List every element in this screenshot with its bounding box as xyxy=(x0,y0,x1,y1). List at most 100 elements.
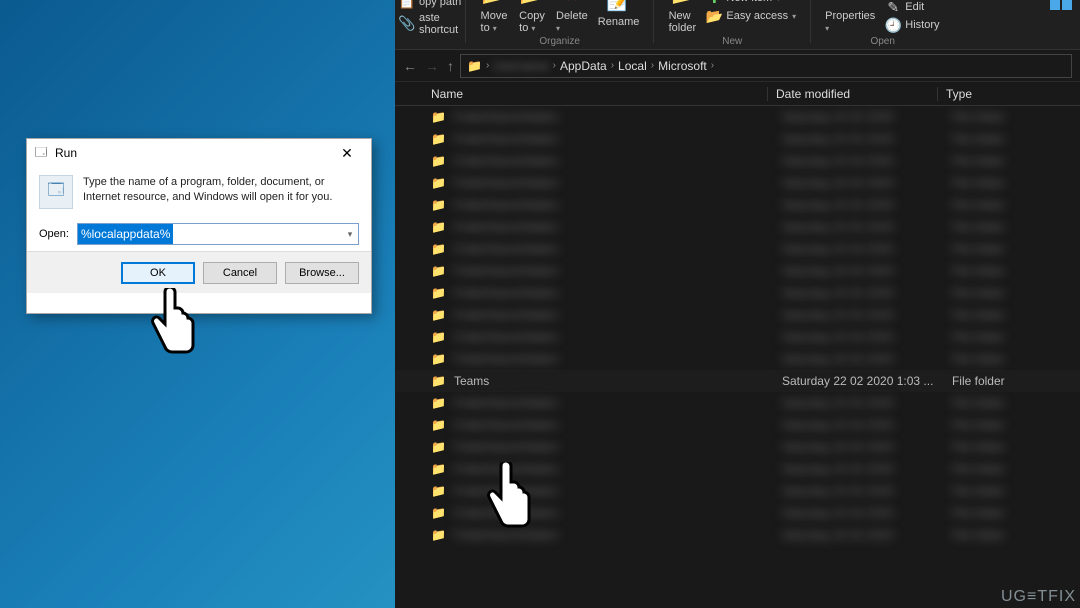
folder-row[interactable]: 📁FolderNameHiddenSaturday 22 02 2020File… xyxy=(395,304,1080,326)
folder-row-teams[interactable]: 📁TeamsSaturday 22 02 2020 1:03 ...File f… xyxy=(395,370,1080,392)
folder-row[interactable]: 📁FolderNameHiddenSaturday 22 02 2020File… xyxy=(395,172,1080,194)
close-button[interactable]: ✕ xyxy=(329,141,365,165)
address-bar: ← → ↑ 📁 › Username › AppData › Local › M… xyxy=(395,50,1080,82)
copy-to-icon: 📂 xyxy=(518,0,546,8)
folder-icon: 📁 xyxy=(431,528,446,542)
ribbon: 📋opy path 📎aste shortcut 📂Moveto ▾ 📂Copy… xyxy=(395,0,1080,50)
folder-icon: 📁 xyxy=(431,286,446,300)
shortcut-icon: 📎 xyxy=(399,16,415,32)
delete-button[interactable]: ✖Delete▾ xyxy=(556,0,588,34)
run-footer: OK Cancel Browse... xyxy=(27,251,371,293)
run-app-icon: 🗔 xyxy=(39,175,73,209)
folder-icon: 📁 xyxy=(431,506,446,520)
folder-row[interactable]: 📁FolderNameHiddenSaturday 22 02 2020File… xyxy=(395,326,1080,348)
rename-icon: 📝 xyxy=(605,0,633,14)
breadcrumb-user[interactable]: Username xyxy=(493,59,548,73)
delete-icon: ✖ xyxy=(558,0,586,8)
watermark: UG≡TFIX xyxy=(1001,588,1076,606)
start-tiles-icon[interactable] xyxy=(1048,0,1074,12)
column-name[interactable]: Name xyxy=(395,87,767,101)
browse-button[interactable]: Browse... xyxy=(285,262,359,284)
folder-row[interactable]: 📁FolderNameHiddenSaturday 22 02 2020File… xyxy=(395,150,1080,172)
ribbon-group-open: ✔Properties▾ ▣Open ▾ ✎Edit 🕘History Open xyxy=(811,0,954,49)
ribbon-clipboard-partial: 📋opy path 📎aste shortcut xyxy=(395,0,465,49)
folder-icon: 📁 xyxy=(431,220,446,234)
move-to-icon: 📂 xyxy=(480,0,508,8)
folder-row[interactable]: 📁FolderNameHiddenSaturday 22 02 2020File… xyxy=(395,480,1080,502)
folder-icon: 📁 xyxy=(431,330,446,344)
rename-button[interactable]: 📝Rename xyxy=(598,0,640,28)
folder-icon: 📁 xyxy=(431,242,446,256)
paste-shortcut-button[interactable]: 📎aste shortcut xyxy=(399,12,465,36)
folder-row[interactable]: 📁FolderNameHiddenSaturday 22 02 2020File… xyxy=(395,238,1080,260)
copy-to-button[interactable]: 📂Copyto ▾ xyxy=(518,0,546,34)
ribbon-group-new: 📁Newfolder ✚New item ▾ 📂Easy access ▾ Ne… xyxy=(654,0,810,49)
folder-row[interactable]: 📁FolderNameHiddenSaturday 22 02 2020File… xyxy=(395,502,1080,524)
folder-row[interactable]: 📁FolderNameHiddenSaturday 22 02 2020File… xyxy=(395,260,1080,282)
back-button[interactable]: ← xyxy=(403,58,417,74)
breadcrumb-item[interactable]: AppData xyxy=(560,59,607,73)
folder-icon: 📁 xyxy=(431,374,446,388)
easy-access-icon: 📂 xyxy=(706,8,722,24)
folder-row[interactable]: 📁FolderNameHiddenSaturday 22 02 2020File… xyxy=(395,194,1080,216)
open-combobox[interactable]: %localappdata% ▾ xyxy=(77,223,359,245)
folder-icon: 📁 xyxy=(431,396,446,410)
folder-icon: 📁 xyxy=(431,418,446,432)
ribbon-group-label: Open xyxy=(870,36,894,47)
open-label: Open: xyxy=(39,228,69,240)
folder-icon: 📁 xyxy=(431,198,446,212)
folder-icon: 📁 xyxy=(431,154,446,168)
folder-type: File folder xyxy=(952,374,1080,388)
new-folder-button[interactable]: 📁Newfolder xyxy=(668,0,696,34)
path-icon: 📋 xyxy=(399,0,415,10)
up-button[interactable]: ↑ xyxy=(447,58,454,74)
run-instruction: Type the name of a program, folder, docu… xyxy=(83,175,359,205)
run-icon: 🗔 xyxy=(33,145,49,161)
copy-path-button[interactable]: 📋opy path xyxy=(399,0,465,10)
folder-row[interactable]: 📁FolderNameHiddenSaturday 22 02 2020File… xyxy=(395,128,1080,150)
folder-icon: 📁 xyxy=(431,352,446,366)
move-to-button[interactable]: 📂Moveto ▾ xyxy=(480,0,508,34)
file-list[interactable]: 📁FolderNameHiddenSaturday 22 02 2020File… xyxy=(395,106,1080,606)
cancel-button[interactable]: Cancel xyxy=(203,262,277,284)
run-dialog: 🗔 Run ✕ 🗔 Type the name of a program, fo… xyxy=(26,138,372,314)
folder-row[interactable]: 📁FolderNameHiddenSaturday 22 02 2020File… xyxy=(395,282,1080,304)
column-date[interactable]: Date modified xyxy=(767,87,937,101)
folder-row[interactable]: 📁FolderNameHiddenSaturday 22 02 2020File… xyxy=(395,458,1080,480)
folder-name: Teams xyxy=(454,374,782,388)
folder-row[interactable]: 📁FolderNameHiddenSaturday 22 02 2020File… xyxy=(395,392,1080,414)
folder-icon: 📁 xyxy=(431,110,446,124)
new-item-button[interactable]: ✚New item ▾ xyxy=(706,0,780,6)
folder-icon: 📁 xyxy=(431,462,446,476)
ribbon-group-label: New xyxy=(722,36,742,47)
column-type[interactable]: Type xyxy=(937,87,1080,101)
folder-icon: 📁 xyxy=(431,132,446,146)
ribbon-group-label: Organize xyxy=(539,36,580,47)
breadcrumb[interactable]: 📁 › Username › AppData › Local › Microso… xyxy=(460,54,1072,78)
folder-row[interactable]: 📁FolderNameHiddenSaturday 22 02 2020File… xyxy=(395,524,1080,546)
folder-row[interactable]: 📁FolderNameHiddenSaturday 22 02 2020File… xyxy=(395,216,1080,238)
history-button[interactable]: 🕘History xyxy=(885,17,939,33)
easy-access-button[interactable]: 📂Easy access ▾ xyxy=(706,8,796,24)
run-titlebar[interactable]: 🗔 Run ✕ xyxy=(27,139,371,167)
folder-icon: 📁 xyxy=(467,59,482,73)
ribbon-group-organize: 📂Moveto ▾ 📂Copyto ▾ ✖Delete▾ 📝Rename Org… xyxy=(466,0,653,49)
chevron-down-icon[interactable]: ▾ xyxy=(342,224,358,244)
column-headers: Name Date modified Type xyxy=(395,82,1080,106)
folder-icon: 📁 xyxy=(431,484,446,498)
history-icon: 🕘 xyxy=(885,17,901,33)
properties-button[interactable]: ✔Properties▾ xyxy=(825,0,875,34)
folder-row[interactable]: 📁FolderNameHiddenSaturday 22 02 2020File… xyxy=(395,414,1080,436)
folder-row[interactable]: 📁FolderNameHiddenSaturday 22 02 2020File… xyxy=(395,436,1080,458)
run-title-text: Run xyxy=(55,146,77,160)
folder-row[interactable]: 📁FolderNameHiddenSaturday 22 02 2020File… xyxy=(395,348,1080,370)
folder-row[interactable]: 📁FolderNameHiddenSaturday 22 02 2020File… xyxy=(395,106,1080,128)
breadcrumb-item[interactable]: Microsoft xyxy=(658,59,707,73)
breadcrumb-item[interactable]: Local xyxy=(618,59,647,73)
new-item-icon: ✚ xyxy=(706,0,722,6)
ok-button[interactable]: OK xyxy=(121,262,195,284)
edit-button[interactable]: ✎Edit xyxy=(885,0,924,15)
forward-button[interactable]: → xyxy=(425,58,439,74)
edit-icon: ✎ xyxy=(885,0,901,15)
file-explorer-window: 📋opy path 📎aste shortcut 📂Moveto ▾ 📂Copy… xyxy=(395,0,1080,608)
